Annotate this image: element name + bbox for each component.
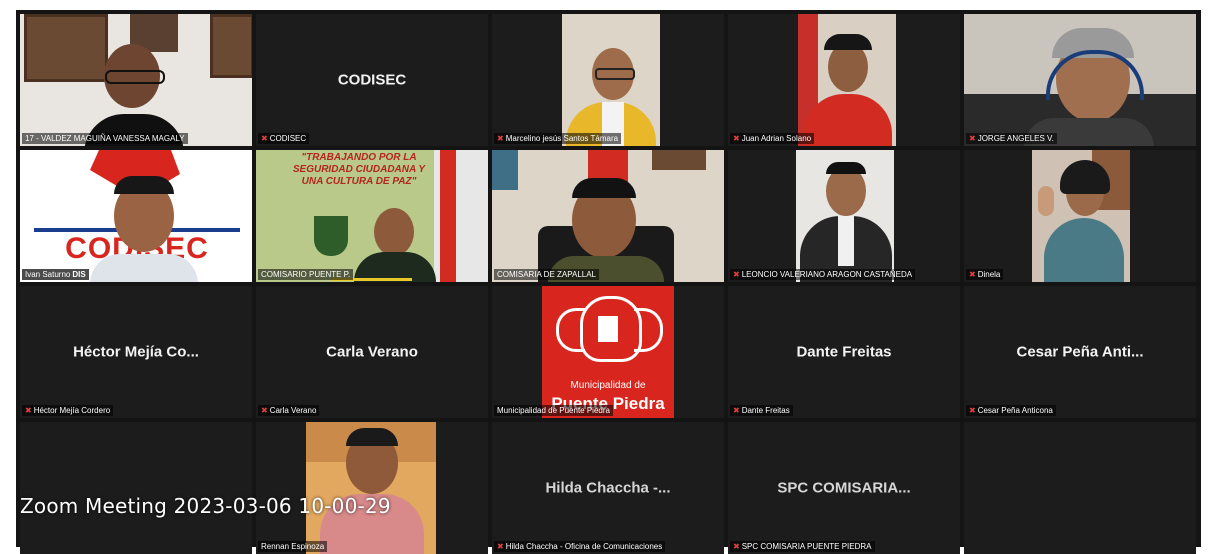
participant-video: [1032, 150, 1130, 282]
municipal-logo-text: Municipalidad de: [570, 380, 646, 391]
participant-video: [20, 14, 252, 146]
participant-grid: 17 - VALDEZ MAGUIÑA VANESSA MAGALY CODIS…: [20, 14, 1197, 554]
participant-name-tag: ✖ Carla Verano: [258, 405, 320, 416]
participant-tile[interactable]: Hilda Chaccha -... ✖ Hilda Chaccha - Ofi…: [492, 422, 724, 554]
empty-tile: [20, 422, 252, 554]
participant-name-tag: COMISARIO PUENTE P.: [258, 269, 354, 280]
mic-muted-icon: ✖: [733, 405, 740, 415]
participant-name-tag: COMISARIA DE ZAPALLAL: [494, 269, 599, 280]
participant-tile[interactable]: Carla Verano ✖ Carla Verano: [256, 286, 488, 418]
participant-tile[interactable]: COMISARIA DE ZAPALLAL: [492, 150, 724, 282]
participant-name-tag: ✖ Dante Freitas: [730, 405, 793, 416]
mic-muted-icon: ✖: [733, 133, 740, 143]
mic-muted-icon: ✖: [969, 269, 976, 279]
mic-muted-icon: ✖: [261, 133, 268, 143]
participant-name-tag: Municipalidad de Puente Piedra: [494, 405, 613, 416]
participant-name-tag: ✖ Juan Adrian Solano: [730, 133, 815, 144]
empty-tile: [964, 422, 1196, 554]
participant-video: [306, 422, 436, 554]
participant-video: [964, 14, 1196, 146]
municipal-logo: Municipalidad de Puente Piedra: [542, 286, 674, 418]
mic-muted-icon: ✖: [25, 405, 32, 415]
wall-banner: "TRABAJANDO POR LA SEGURIDAD CIUDADANA Y…: [292, 152, 426, 187]
participant-tile[interactable]: CODISEC ✖ CODISEC: [256, 14, 488, 146]
participant-display-name: SPC COMISARIA...: [777, 479, 911, 497]
participant-display-name: Héctor Mejía Co...: [73, 343, 199, 361]
participant-name-tag: ✖ LEONCIO VALERIANO ARAGON CASTAÑEDA: [730, 269, 916, 280]
participant-video: [492, 150, 724, 282]
participant-display-name: Cesar Peña Anti...: [1016, 343, 1144, 361]
participant-tile[interactable]: ✖ Marcelino jesús Santos Támara: [492, 14, 724, 146]
zoom-gallery-view: 17 - VALDEZ MAGUIÑA VANESSA MAGALY CODIS…: [16, 10, 1201, 554]
participant-display-name: CODISEC: [337, 71, 407, 89]
participant-name-tag: ✖ CODISEC: [258, 133, 310, 144]
participant-video: [796, 150, 894, 282]
participant-tile[interactable]: Municipalidad de Puente Piedra Municipal…: [492, 286, 724, 418]
participant-tile[interactable]: CODISEC Ivan Saturno DIS: [20, 150, 252, 282]
participant-name-tag: ✖ JORGE ANGELES V.: [966, 133, 1057, 144]
participant-tile[interactable]: Héctor Mejía Co... ✖ Héctor Mejía Corder…: [20, 286, 252, 418]
participant-name-tag: ✖ Marcelino jesús Santos Támara: [494, 133, 622, 144]
participant-name-tag: 17 - VALDEZ MAGUIÑA VANESSA MAGALY: [22, 133, 188, 144]
mic-muted-icon: ✖: [733, 269, 740, 279]
participant-tile[interactable]: "TRABAJANDO POR LA SEGURIDAD CIUDADANA Y…: [256, 150, 488, 282]
participant-name-tag: ✖ Dinela: [966, 269, 1004, 280]
participant-display-name: Dante Freitas: [796, 343, 892, 361]
participant-video: [562, 14, 660, 146]
participant-tile[interactable]: ✖ JORGE ANGELES V.: [964, 14, 1196, 146]
mic-muted-icon: ✖: [497, 133, 504, 143]
mic-muted-icon: ✖: [969, 133, 976, 143]
meeting-timestamp-caption: Zoom Meeting 2023-03-06 10-00-29: [20, 494, 391, 518]
participant-video: "TRABAJANDO POR LA SEGURIDAD CIUDADANA Y…: [256, 150, 488, 282]
participant-tile[interactable]: Cesar Peña Anti... ✖ Cesar Peña Anticona: [964, 286, 1196, 418]
participant-tile[interactable]: ✖ Juan Adrian Solano: [728, 14, 960, 146]
participant-video: [798, 14, 896, 146]
mic-muted-icon: ✖: [969, 405, 976, 415]
participant-name-tag: Ivan Saturno DIS: [22, 269, 89, 280]
participant-tile[interactable]: SPC COMISARIA... ✖ SPC COMISARIA PUENTE …: [728, 422, 960, 554]
participant-name-tag: ✖ Héctor Mejía Cordero: [22, 405, 114, 416]
participant-name-tag: ✖ Cesar Peña Anticona: [966, 405, 1056, 416]
participant-tile[interactable]: ✖ Dinela: [964, 150, 1196, 282]
mic-muted-icon: ✖: [261, 405, 268, 415]
participant-display-name: Carla Verano: [326, 343, 418, 361]
participant-tile[interactable]: ✖ LEONCIO VALERIANO ARAGON CASTAÑEDA: [728, 150, 960, 282]
participant-video: CODISEC: [20, 150, 252, 282]
participant-tile[interactable]: Rennan Espinoza: [256, 422, 488, 554]
participant-tile[interactable]: Dante Freitas ✖ Dante Freitas: [728, 286, 960, 418]
participant-display-name: Hilda Chaccha -...: [545, 479, 671, 497]
participant-tile[interactable]: 17 - VALDEZ MAGUIÑA VANESSA MAGALY: [20, 14, 252, 146]
